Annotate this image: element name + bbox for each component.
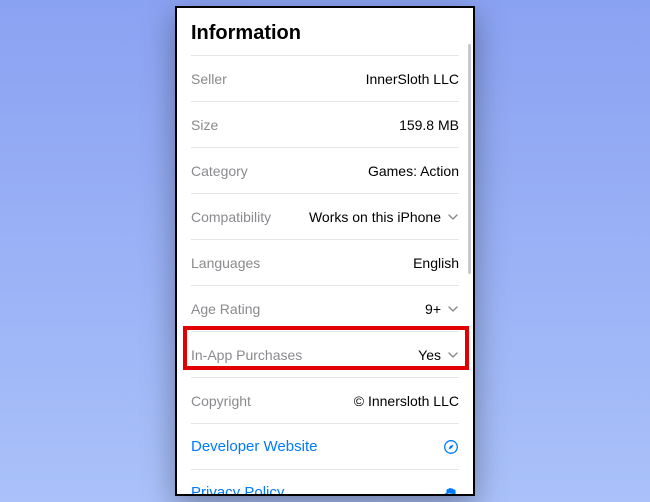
- chevron-down-icon: [447, 349, 459, 361]
- value-size: 159.8 MB: [399, 117, 459, 133]
- link-privacy-policy[interactable]: Privacy Policy: [191, 484, 284, 496]
- value-compatibility: Works on this iPhone: [309, 209, 441, 225]
- info-row-languages: Languages English: [191, 239, 459, 285]
- chevron-down-icon: [447, 303, 459, 315]
- label-languages: Languages: [191, 255, 260, 271]
- link-row-developer-website[interactable]: Developer Website: [191, 423, 459, 469]
- label-seller: Seller: [191, 71, 227, 87]
- info-row-age-rating[interactable]: Age Rating 9+: [191, 285, 459, 331]
- label-category: Category: [191, 163, 248, 179]
- link-row-privacy-policy[interactable]: Privacy Policy: [191, 469, 459, 496]
- info-row-in-app-purchases[interactable]: In-App Purchases Yes: [191, 331, 459, 377]
- value-copyright: © Innersloth LLC: [354, 393, 459, 409]
- info-row-copyright: Copyright © Innersloth LLC: [191, 377, 459, 423]
- value-languages: English: [413, 255, 459, 271]
- value-category: Games: Action: [368, 163, 459, 179]
- label-size: Size: [191, 117, 218, 133]
- label-copyright: Copyright: [191, 393, 251, 409]
- chevron-down-icon: [447, 211, 459, 223]
- value-iap: Yes: [418, 347, 441, 363]
- value-seller: InnerSloth LLC: [366, 71, 459, 87]
- info-row-size: Size 159.8 MB: [191, 101, 459, 147]
- compass-icon: [443, 439, 459, 455]
- label-iap: In-App Purchases: [191, 347, 302, 363]
- link-developer-website[interactable]: Developer Website: [191, 438, 317, 455]
- label-age-rating: Age Rating: [191, 301, 260, 317]
- value-age-rating: 9+: [425, 301, 441, 317]
- info-row-category: Category Games: Action: [191, 147, 459, 193]
- label-compatibility: Compatibility: [191, 209, 271, 225]
- scroll-indicator[interactable]: [468, 44, 471, 274]
- app-store-info-panel: Information Seller InnerSloth LLC Size 1…: [175, 6, 475, 496]
- info-row-seller: Seller InnerSloth LLC: [191, 55, 459, 101]
- info-row-compatibility[interactable]: Compatibility Works on this iPhone: [191, 193, 459, 239]
- hand-icon: [443, 485, 459, 497]
- section-header: Information: [191, 18, 459, 55]
